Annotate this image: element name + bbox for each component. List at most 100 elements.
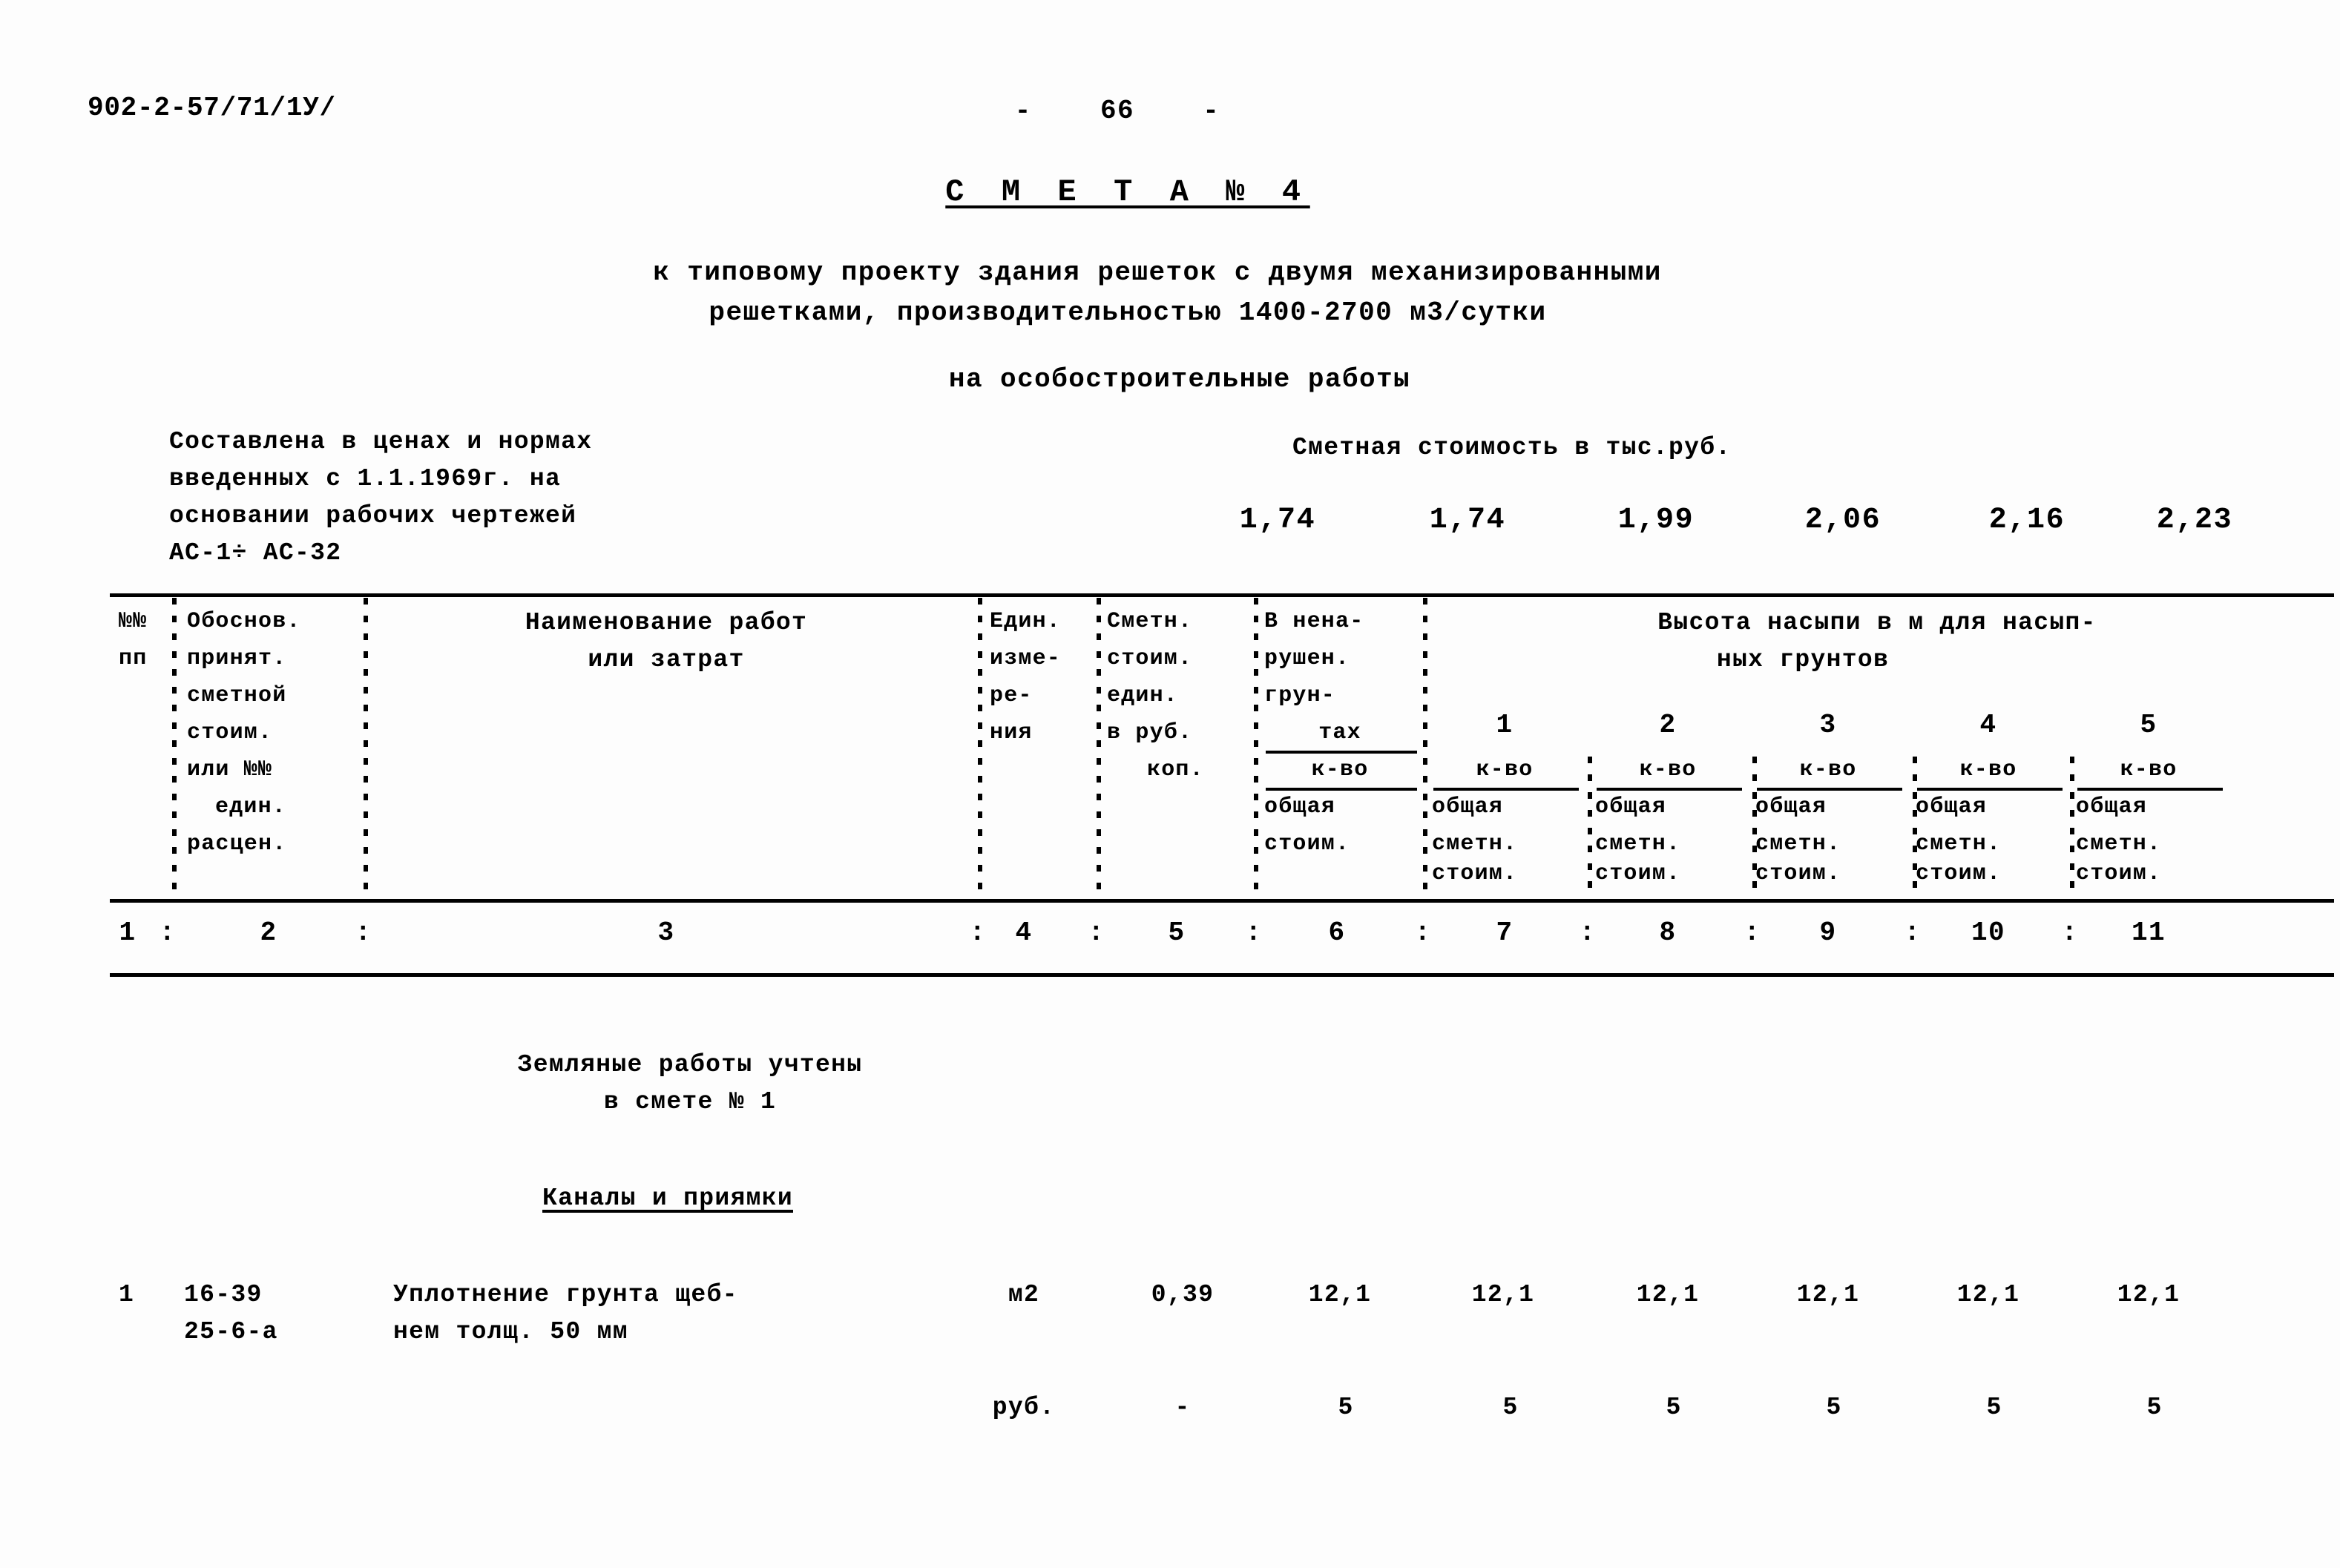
header-subcol-4-number: 4 <box>1979 710 1997 740</box>
header-col2-line7: расцен. <box>187 831 287 857</box>
row-1-number: 1 <box>119 1281 135 1308</box>
header-col5-line2: стоим. <box>1107 646 1193 671</box>
column-separator-1 <box>172 598 177 895</box>
header-subcol-1-denom-3: стоим. <box>1432 861 1518 886</box>
header-col4-line4: ния <box>990 720 1033 745</box>
colnum-sep-4: : <box>1088 918 1105 948</box>
header-col3-line1: Наименование работ <box>525 609 808 636</box>
page-number: - 66 - <box>1014 96 1220 126</box>
cost-value-1: 1,74 <box>1239 504 1316 537</box>
header-subcol-5-number: 5 <box>2140 710 2157 740</box>
section-heading-channels: Каналы и приямки <box>542 1185 793 1212</box>
header-col4-line3: ре- <box>990 683 1033 708</box>
header-subcol-5-denom-1: общая <box>2076 794 2148 820</box>
header-group-line2: ных грунтов <box>1716 646 1890 673</box>
header-subcol-1-numerator: к-во <box>1476 757 1534 783</box>
subcol-1-fraction-rule <box>1433 788 1579 791</box>
row-1-undisturbed-qty: 12,1 <box>1308 1281 1372 1308</box>
header-col6-line3: грун- <box>1264 683 1336 708</box>
colnum-sep-3: : <box>969 918 987 948</box>
header-subcol-5-denom-2: сметн. <box>2076 831 2162 857</box>
header-subcol-4-denom-1: общая <box>1916 794 1988 820</box>
cost-value-3: 1,99 <box>1617 504 1695 537</box>
header-col2-line3: сметной <box>187 683 287 708</box>
header-subcol-2-denom-3: стоим. <box>1595 861 1681 886</box>
column-number-4: 4 <box>1015 918 1033 948</box>
cost-summary-label: Сметная стоимость в тыс.руб. <box>1292 434 1732 461</box>
document-page: 902-2-57/71/1У/ - 66 - С М Е Т А № 4 к т… <box>0 0 2340 1568</box>
header-subcol-4-numerator: к-во <box>1959 757 2017 783</box>
row-1-basis-line-1: 16-39 <box>184 1281 263 1308</box>
header-col1-line1: №№ <box>119 609 148 634</box>
note-line-2: в смете № 1 <box>603 1088 777 1116</box>
row-1-name-line-2: нем толщ. 50 мм <box>393 1318 628 1345</box>
colnum-sep-1: : <box>159 918 177 948</box>
subtitle-line-1: к типовому проекту здания решеток с двум… <box>653 257 1662 288</box>
cost-value-6: 2,23 <box>2156 504 2233 537</box>
row-1-height-qty-3: 12,1 <box>1796 1281 1860 1308</box>
row-1-currency-undisturbed: 5 <box>1338 1394 1354 1421</box>
colnum-sep-5: : <box>1245 918 1263 948</box>
header-subcol-3-number: 3 <box>1819 710 1837 740</box>
subtitle-line-2: решетками, производительностью 1400-2700… <box>709 297 1547 328</box>
header-col6-numerator: к-во <box>1311 757 1369 783</box>
header-subcol-2-numerator: к-во <box>1639 757 1697 783</box>
basis-line-4: АС-1÷ АС-32 <box>169 539 342 567</box>
header-col5-line3: един. <box>1107 683 1179 708</box>
column-number-6: 6 <box>1328 918 1346 948</box>
colnum-sep-8: : <box>1744 918 1761 948</box>
column-number-8: 8 <box>1659 918 1677 948</box>
header-subcol-2-denom-2: сметн. <box>1595 831 1681 857</box>
header-subcol-1-number: 1 <box>1496 710 1514 740</box>
col6-fraction-rule-top <box>1266 751 1417 754</box>
column-number-11: 11 <box>2131 918 2166 948</box>
header-subcol-5-denom-3: стоим. <box>2076 861 2162 886</box>
subcol-3-fraction-rule <box>1757 788 1902 791</box>
row-1-name-line-1: Уплотнение грунта щеб- <box>393 1281 738 1308</box>
row-1-height-qty-5: 12,1 <box>2117 1281 2180 1308</box>
colnum-sep-2: : <box>355 918 372 948</box>
colnum-sep-9: : <box>1904 918 1922 948</box>
column-number-7: 7 <box>1496 918 1514 948</box>
header-subcol-4-denom-2: сметн. <box>1916 831 2002 857</box>
header-col6-line2: рушен. <box>1264 646 1350 671</box>
row-1-height-qty-1: 12,1 <box>1471 1281 1535 1308</box>
column-number-5: 5 <box>1168 918 1186 948</box>
header-subcol-3-numerator: к-во <box>1799 757 1857 783</box>
row-1-basis-line-2: 25-6-а <box>184 1318 278 1345</box>
column-separator-10 <box>2070 757 2074 895</box>
column-separator-4 <box>1097 598 1101 895</box>
header-subcol-1-denom-1: общая <box>1432 794 1504 820</box>
column-separator-6 <box>1423 598 1427 895</box>
cost-value-4: 2,06 <box>1804 504 1881 537</box>
header-col6-denominator-1: общая <box>1264 794 1336 820</box>
basis-line-3: основании рабочих чертежей <box>169 502 577 530</box>
header-col2-line5: или №№ <box>187 757 273 783</box>
row-1-currency-unit-cost: - <box>1174 1394 1191 1421</box>
page-title: С М Е Т А № 4 <box>945 174 1310 210</box>
header-col4-line2: изме- <box>990 646 1062 671</box>
header-col2-line1: Обоснов. <box>187 609 301 634</box>
header-col4-line1: Един. <box>990 609 1062 634</box>
col6-fraction-rule-bottom <box>1266 788 1417 791</box>
header-group-line1: Высота насыпи в м для насып- <box>1657 609 2097 636</box>
column-separator-3 <box>978 598 982 895</box>
table-top-rule <box>110 593 2334 597</box>
table-header-rule <box>110 899 2334 903</box>
project-code: 902-2-57/71/1У/ <box>88 93 336 123</box>
header-col2-line2: принят. <box>187 646 287 671</box>
header-col5-line4: в руб. <box>1107 720 1193 745</box>
row-1-currency-label: руб. <box>992 1394 1056 1421</box>
column-separator-2 <box>364 598 368 895</box>
header-col2-line4: стоим. <box>187 720 273 745</box>
subcol-5-fraction-rule <box>2077 788 2223 791</box>
row-1-currency-height-3: 5 <box>1826 1394 1842 1421</box>
column-separator-5 <box>1254 598 1258 895</box>
note-line-1: Земляные работы учтены <box>517 1051 863 1078</box>
header-col6-denominator-2: стоим. <box>1264 831 1350 857</box>
subtitle-line-3: на особостроительные работы <box>948 364 1411 395</box>
column-number-2: 2 <box>260 918 277 948</box>
basis-line-2: введенных с 1.1.1969г. на <box>169 465 562 493</box>
row-1-currency-height-4: 5 <box>1986 1394 2002 1421</box>
header-col5-line1: Сметн. <box>1107 609 1193 634</box>
